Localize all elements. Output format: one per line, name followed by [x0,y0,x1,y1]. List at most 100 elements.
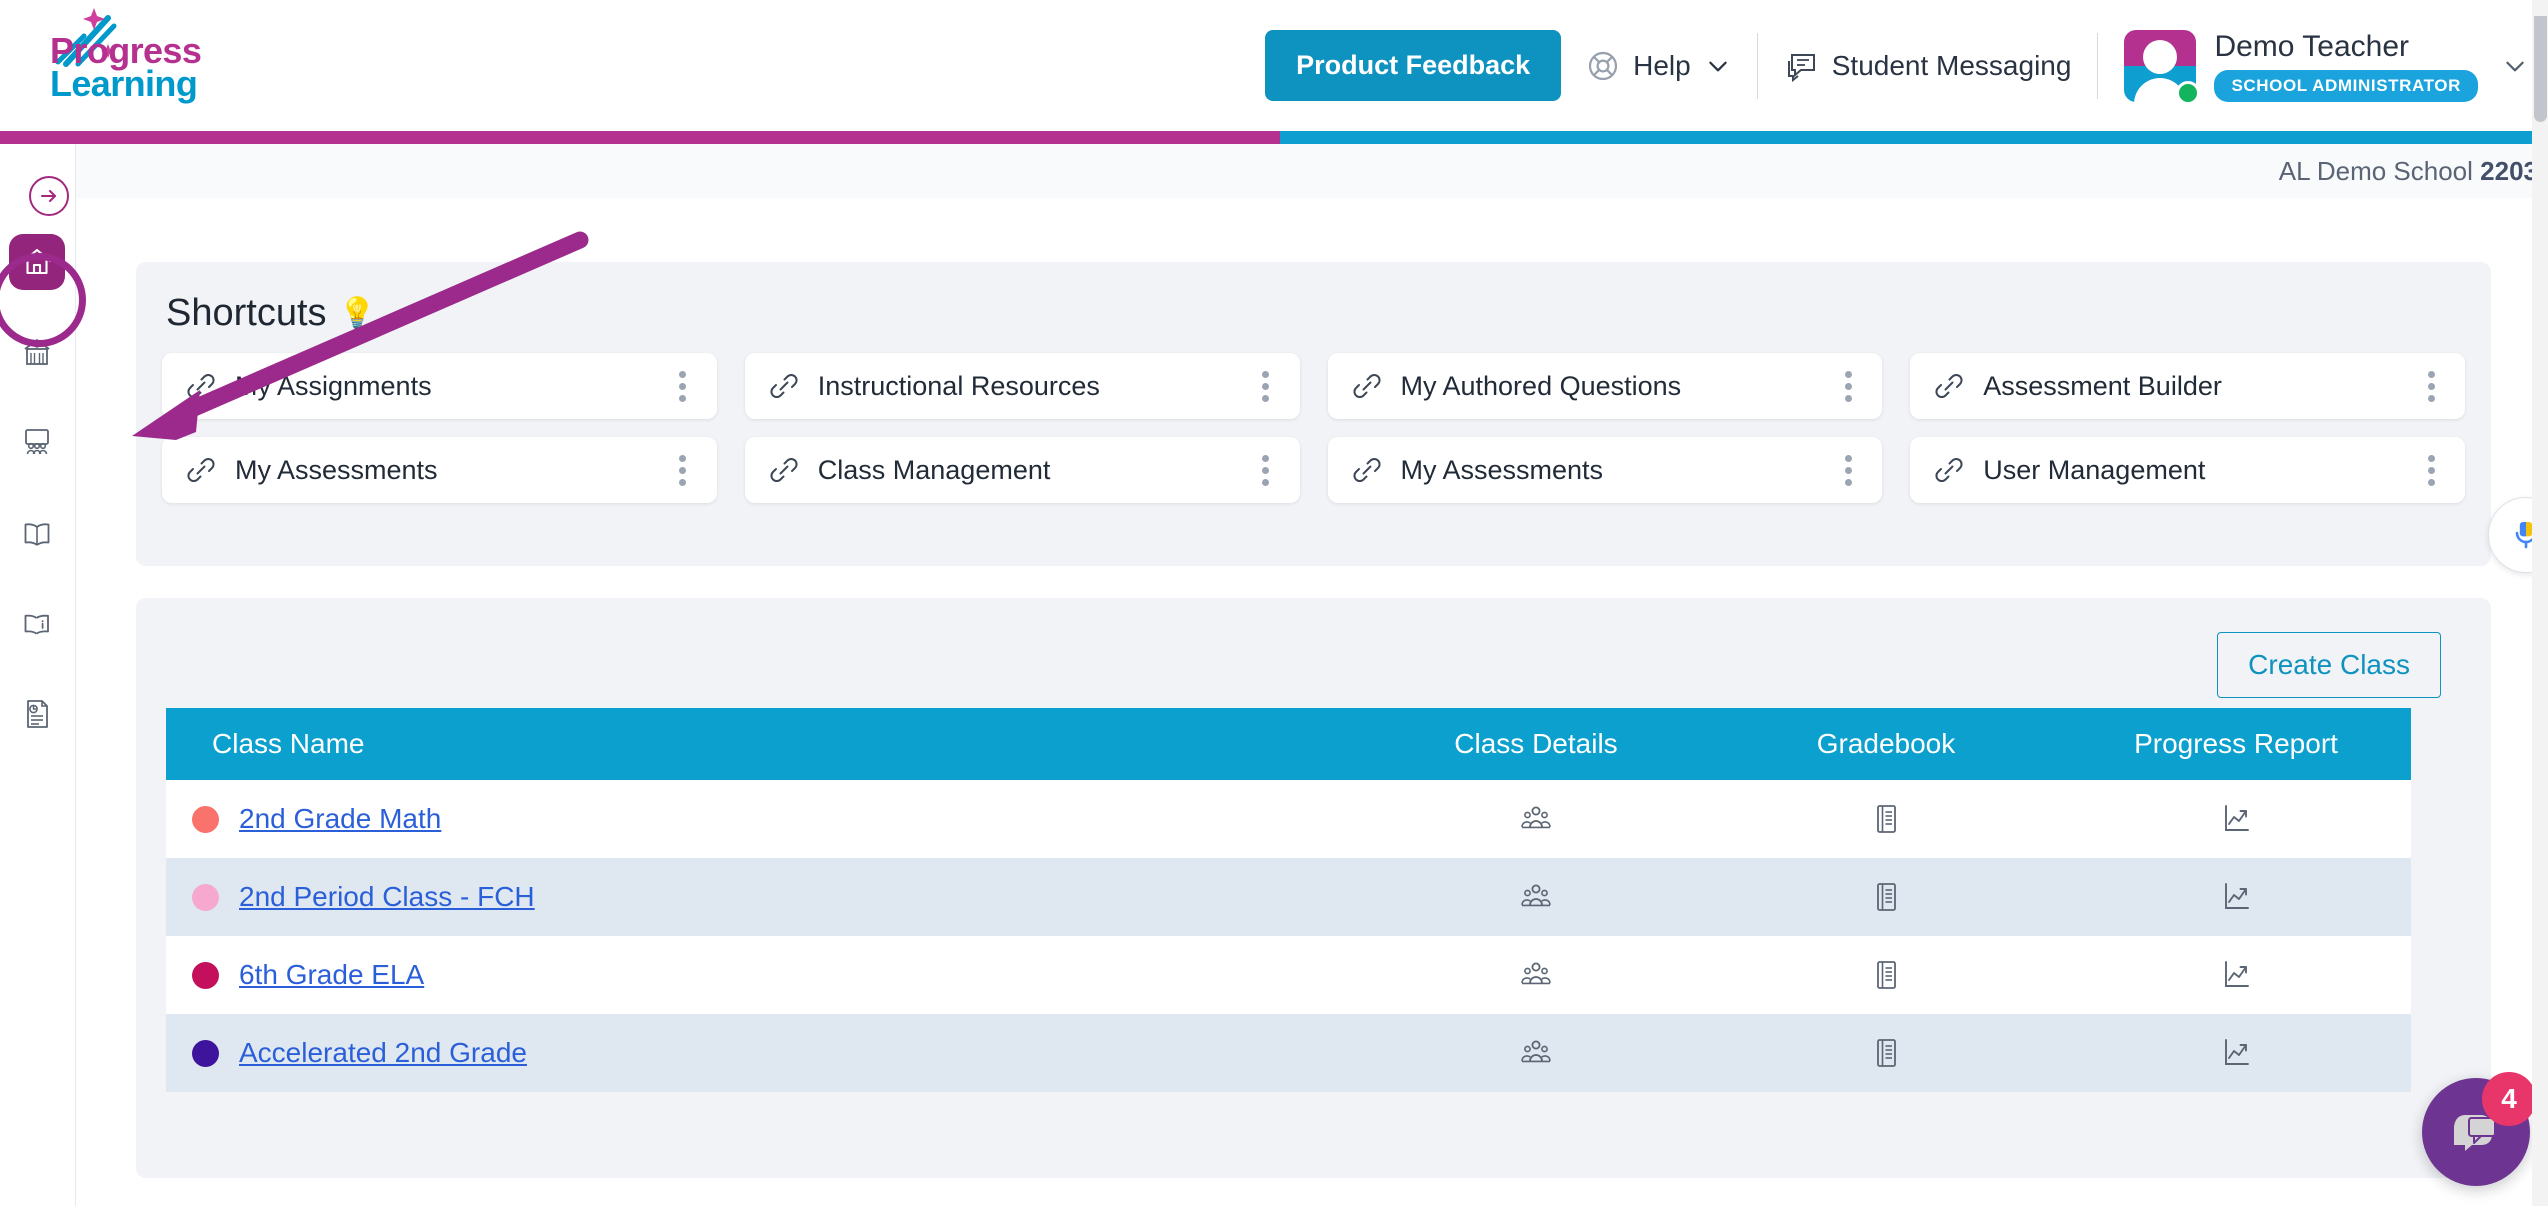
school-label: AL Demo School 2203 [2279,156,2538,187]
link-icon [1935,373,1963,399]
class-name-link[interactable]: 2nd Grade Math [239,803,441,835]
class-details-people-icon[interactable] [1518,1035,1554,1071]
class-details-people-icon[interactable] [1518,957,1554,993]
gradebook-icon[interactable] [1868,1035,1904,1071]
cell-class-details[interactable] [1361,936,1711,1014]
shortcut-card[interactable]: Class Management [744,437,1300,503]
progress-report-chart-icon[interactable] [2218,1035,2254,1071]
brand-logo[interactable]: Progress Learning [28,6,218,124]
cell-class-name: Accelerated 2nd Grade [166,1014,1361,1092]
sidebar-item-library[interactable] [9,506,65,562]
shortcuts-grid: My Assignments Instructional Resources M… [162,353,2465,503]
shortcut-menu-button[interactable] [2417,369,2445,403]
arrow-right-icon [40,189,57,203]
classes-toolbar: Create Class [166,622,2461,708]
class-details-people-icon[interactable] [1518,801,1554,837]
create-class-button[interactable]: Create Class [2217,632,2441,698]
progress-report-chart-icon[interactable] [2218,957,2254,993]
column-header-gradebook[interactable]: Gradebook [1711,708,2061,780]
help-menu[interactable]: Help [1561,32,1757,100]
sidebar-item-classroom[interactable] [9,414,65,470]
gradebook-icon[interactable] [1868,801,1904,837]
chat-support-button[interactable]: 4 [2422,1072,2536,1186]
link-icon [770,457,798,483]
class-name-link[interactable]: 6th Grade ELA [239,959,424,991]
sidebar-expand-button[interactable] [29,176,69,216]
shortcut-menu-button[interactable] [1252,453,1280,487]
column-header-class-details[interactable]: Class Details [1361,708,1711,780]
shortcut-card[interactable]: My Assessments [1327,437,1883,503]
school-code: 2203 [2480,155,2538,186]
cell-gradebook[interactable] [1711,780,2061,858]
cell-class-details[interactable] [1361,858,1711,936]
shortcut-menu-button[interactable] [669,369,697,403]
cell-class-details[interactable] [1361,780,1711,858]
cell-progress-report[interactable] [2061,780,2411,858]
shortcut-card[interactable]: Assessment Builder [1910,353,2465,419]
class-name-link[interactable]: Accelerated 2nd Grade [239,1037,527,1069]
shortcut-label: Class Management [817,454,1051,485]
gradebook-icon[interactable] [1868,957,1904,993]
shortcut-label: Instructional Resources [817,370,1100,401]
column-header-progress-report[interactable]: Progress Report [2061,708,2411,780]
shortcut-menu-button[interactable] [1834,369,1862,403]
logo-text-progress: Progress [50,30,202,71]
column-header-class-name[interactable]: Class Name [166,708,1361,780]
class-details-people-icon[interactable] [1518,879,1554,915]
shortcut-card[interactable]: My Assessments [162,437,717,503]
cell-class-details[interactable] [1361,1014,1711,1092]
cell-gradebook[interactable] [1711,936,2061,1014]
shortcut-menu-button[interactable] [669,453,697,487]
student-messaging-label: Student Messaging [1831,49,2072,81]
shortcut-card[interactable]: My Assignments [162,353,717,419]
gradebook-icon[interactable] [1868,879,1904,915]
lifebuoy-icon [1589,51,1618,80]
sidebar-item-guide[interactable] [9,596,65,652]
shortcut-label: User Management [1983,454,2206,485]
cell-progress-report[interactable] [2061,1014,2411,1092]
shortcut-menu-button[interactable] [2417,453,2445,487]
top-header: Progress Learning Product Feedback Help [0,0,2548,131]
user-menu[interactable]: Demo Teacher SCHOOL ADMINISTRATOR [2098,29,2548,105]
link-icon [187,373,215,399]
table-header-row: Class Name Class Details Gradebook Progr… [166,708,2411,780]
student-messaging-menu[interactable]: Student Messaging [1758,32,2098,100]
class-name-link[interactable]: 2nd Period Class - FCH [239,881,535,913]
header-actions: Product Feedback Help Student Messaging … [1265,0,2548,131]
shortcut-card[interactable]: Instructional Resources [744,353,1300,419]
home-icon [22,248,52,275]
cell-gradebook[interactable] [1711,858,2061,936]
chat-unread-badge: 4 [2482,1072,2536,1126]
product-feedback-button[interactable]: Product Feedback [1265,30,1562,101]
sidebar-item-reports[interactable] [9,686,65,742]
cell-gradebook[interactable] [1711,1014,2061,1092]
logo-text-learning: Learning [50,63,198,105]
sidebar-item-home[interactable] [9,234,65,290]
class-color-dot [192,805,219,833]
page-scrollbar-track[interactable] [2532,0,2548,1206]
shortcut-card[interactable]: My Authored Questions [1327,353,1883,419]
chevron-down-icon [1709,61,1727,71]
progress-report-chart-icon[interactable] [2218,801,2254,837]
page-scrollbar-cap [2532,0,2548,16]
document-clock-icon [27,700,48,728]
user-chevron-down-icon[interactable] [2502,53,2528,79]
shortcut-menu-button[interactable] [1252,369,1280,403]
cell-progress-report[interactable] [2061,936,2411,1014]
classes-table: Class Name Class Details Gradebook Progr… [166,708,2411,1092]
cell-progress-report[interactable] [2061,858,2411,936]
shortcut-card[interactable]: User Management [1910,437,2465,503]
table-row: Accelerated 2nd Grade [166,1014,2411,1092]
cell-class-name: 2nd Grade Math [166,780,1361,858]
cell-class-name: 6th Grade ELA [166,936,1361,1014]
sidebar-item-school[interactable] [9,324,65,380]
user-name: Demo Teacher [2214,29,2409,63]
avatar [2124,29,2201,105]
classes-panel: Create Class Class Name Class Details Gr… [136,598,2491,1178]
progress-report-chart-icon[interactable] [2218,879,2254,915]
help-label: Help [1633,49,1691,81]
page-scrollbar-thumb[interactable] [2534,2,2547,122]
user-role-badge: SCHOOL ADMINISTRATOR [2214,69,2478,102]
school-name: AL Demo School [2278,155,2473,186]
shortcut-menu-button[interactable] [1834,453,1862,487]
